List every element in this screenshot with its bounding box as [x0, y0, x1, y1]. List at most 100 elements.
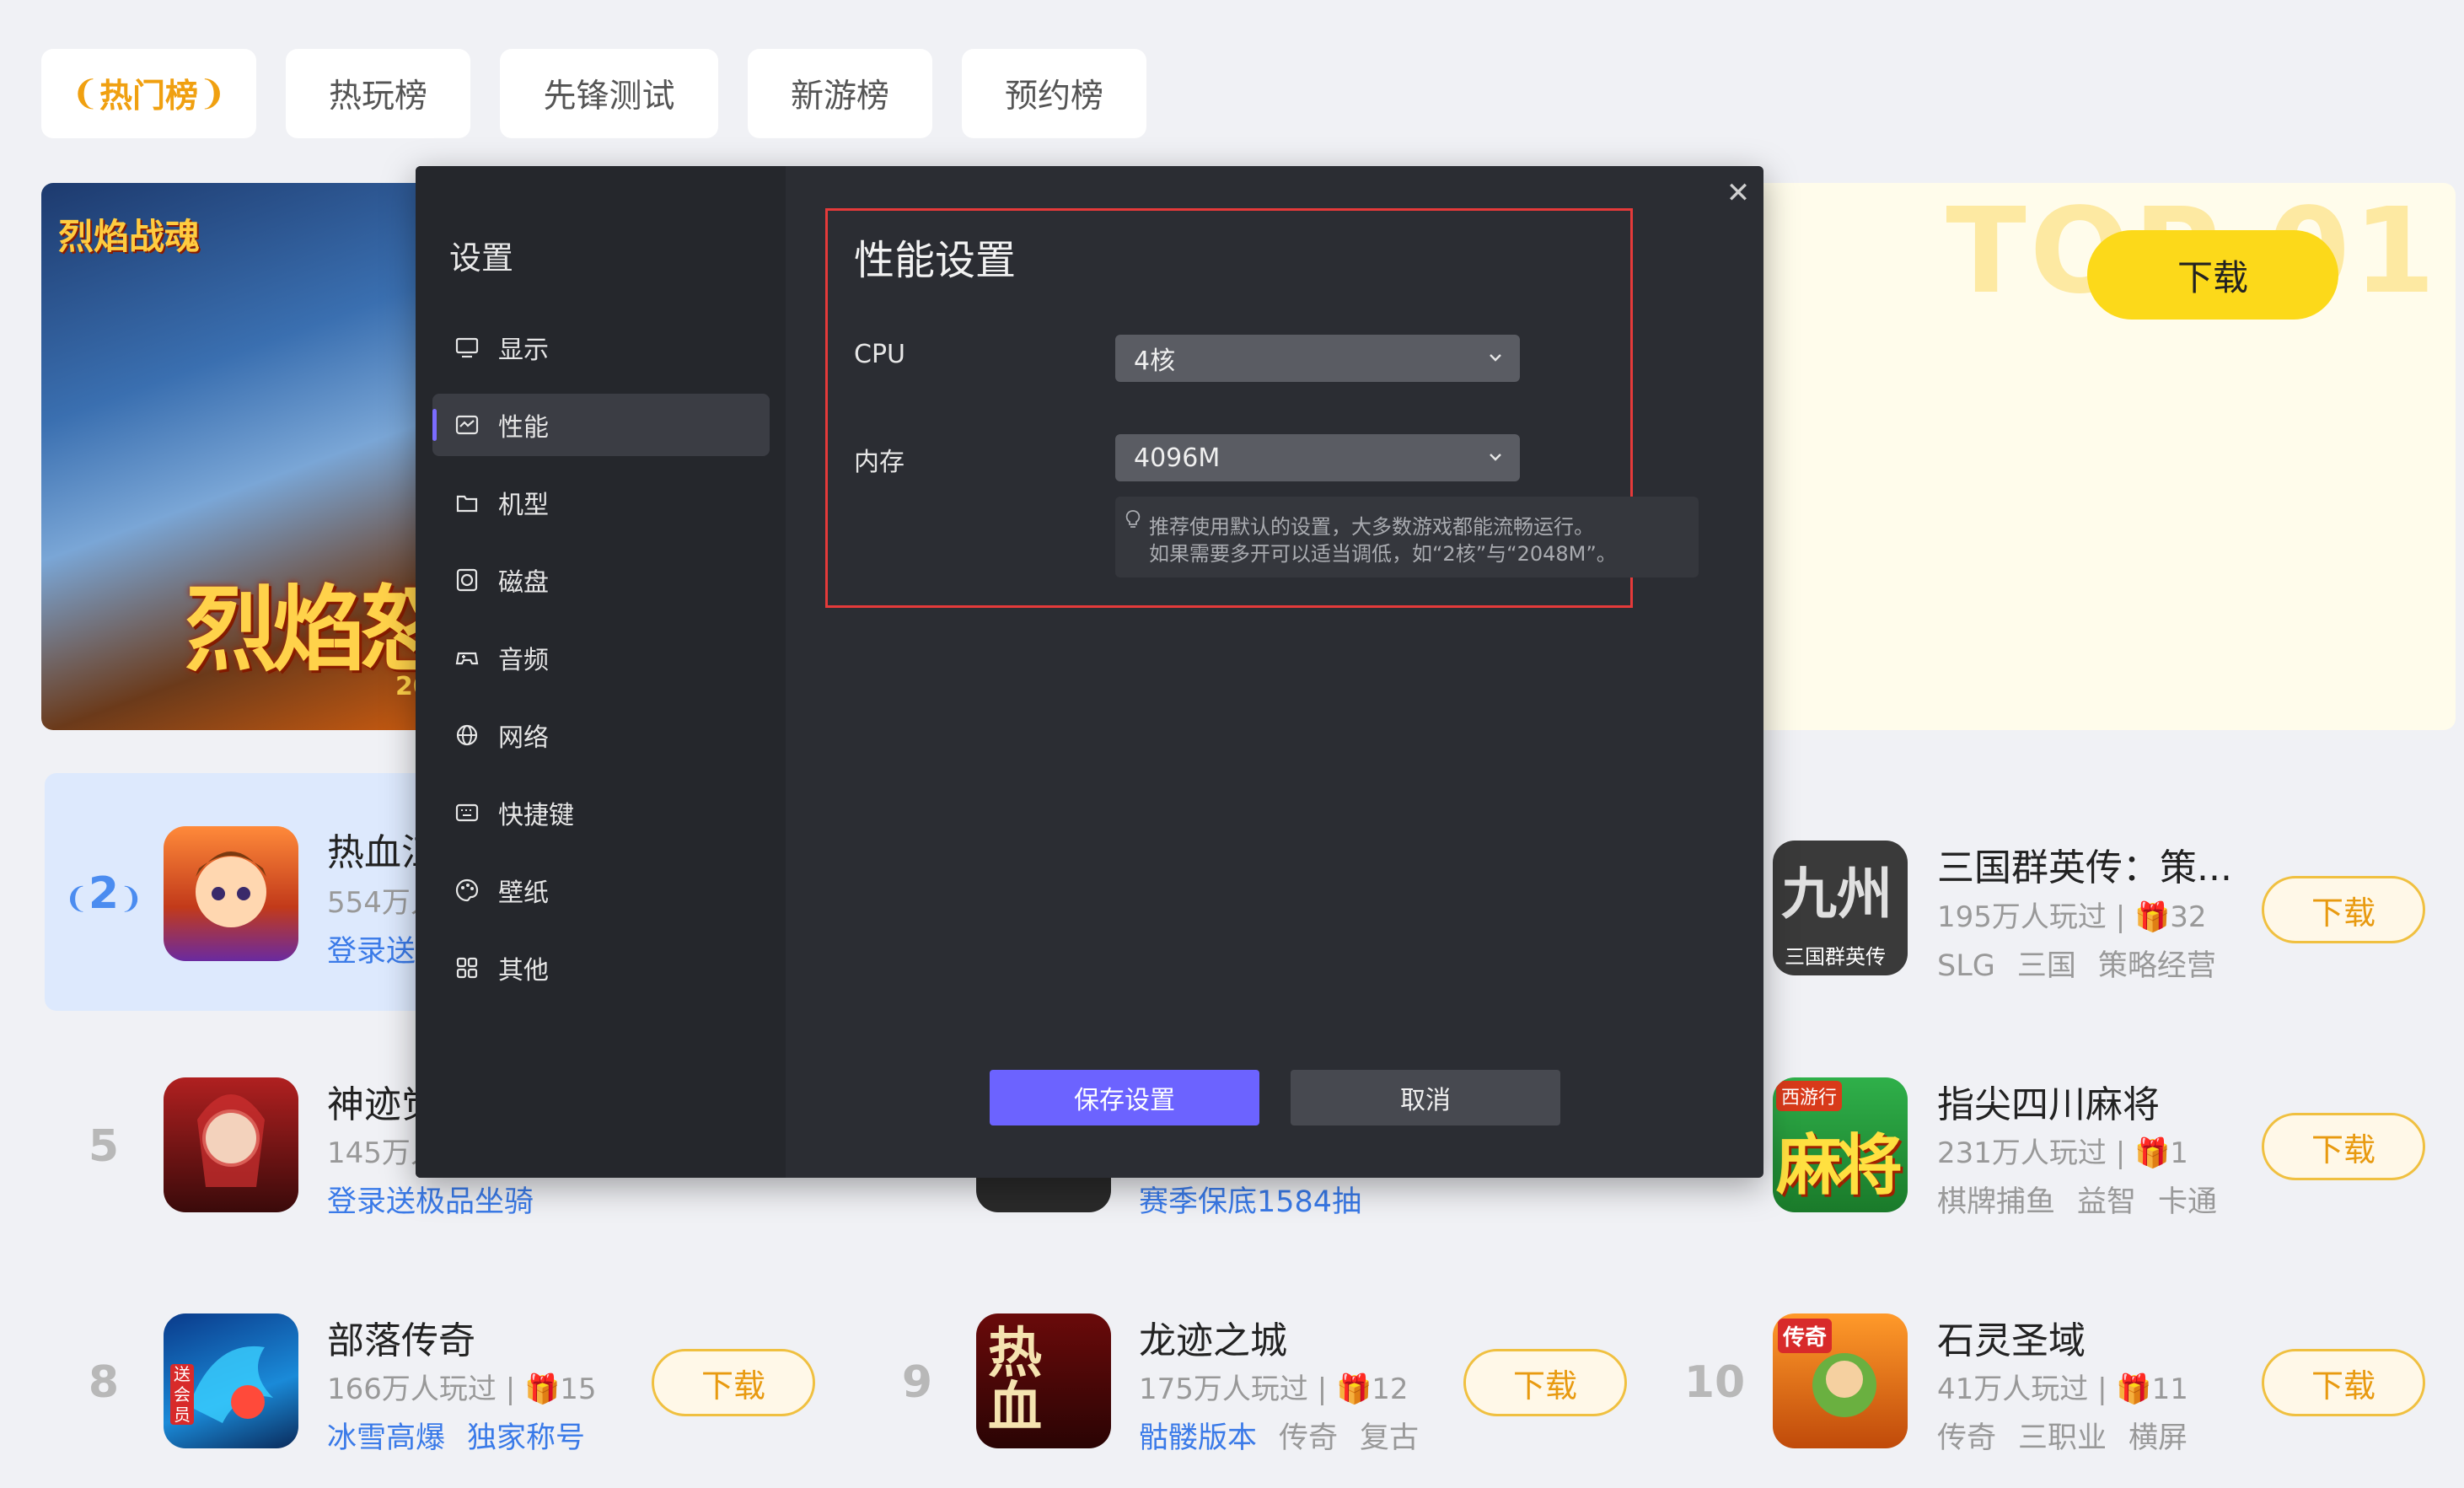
menu-label: 壁纸 — [498, 878, 549, 908]
game-icon[interactable]: 传奇 — [1773, 1313, 1908, 1448]
game-tags: 骷髅版本 传奇 复古 — [1139, 1414, 1441, 1457]
game-tags: 赛季保底1584抽 — [1139, 1178, 1383, 1221]
tag: 登录送极品坐骑 — [327, 1185, 534, 1219]
menu-item-shortcuts[interactable]: 快捷键 — [432, 782, 770, 844]
tag: 独家称号 — [467, 1421, 586, 1455]
game-meta: 175万人玩过 | 🎁12 — [1139, 1373, 1409, 1406]
game-name[interactable]: 三国群英传：策... — [1937, 837, 2232, 891]
game-tags: 棋牌捕鱼 益智 卡通 — [1937, 1178, 2239, 1221]
tab-hot-play[interactable]: 热玩榜 — [286, 49, 470, 138]
icon-subtitle: 三国群英传 — [1785, 945, 1886, 969]
tag: 传奇 — [1937, 1421, 1997, 1455]
menu-item-other[interactable]: 其他 — [432, 937, 770, 999]
menu-item-device[interactable]: 机型 — [432, 471, 770, 534]
game-name[interactable]: 部落传奇 — [327, 1310, 475, 1364]
active-indicator — [432, 409, 437, 441]
monitor-icon — [454, 335, 480, 360]
tag: 益智 — [2077, 1185, 2137, 1219]
banner-download-button[interactable]: 下载 — [2087, 230, 2338, 320]
tag: 三国 — [2016, 949, 2076, 983]
menu-item-performance[interactable]: 性能 — [432, 394, 770, 456]
icon-title: 麻将 — [1776, 1128, 1903, 1204]
game-tags: SLG 三国 策略经营 — [1937, 942, 2238, 985]
icon-badge: 送会员 — [170, 1364, 194, 1425]
menu-label: 音频 — [498, 646, 549, 675]
rank-number: ❨2❩ — [64, 868, 143, 919]
menu-label: 性能 — [498, 413, 549, 443]
tab-label: 热门榜 — [99, 78, 198, 115]
game-meta: 166万人玩过 | 🎁15 — [327, 1373, 597, 1406]
icon-badge: 传奇 — [1778, 1319, 1833, 1353]
laurel-right-icon: ❩ — [198, 74, 227, 113]
download-button[interactable]: 下载 — [2262, 876, 2425, 943]
menu-item-network[interactable]: 网络 — [432, 704, 770, 766]
download-button[interactable]: 下载 — [2262, 1349, 2425, 1416]
close-icon[interactable]: ✕ — [1721, 176, 1755, 210]
icon-title: 九州 — [1781, 861, 1892, 927]
game-icon[interactable]: 送会员 — [164, 1313, 298, 1448]
game-icon[interactable]: 西游行 麻将 — [1773, 1077, 1908, 1212]
laurel-left-icon: ❨ — [71, 74, 99, 113]
menu-label: 机型 — [498, 491, 549, 520]
tag: 骷髅版本 — [1139, 1421, 1258, 1455]
cpu-value: 4核 — [1134, 346, 1176, 376]
download-button[interactable]: 下载 — [652, 1349, 815, 1416]
download-button[interactable]: 下载 — [1463, 1349, 1627, 1416]
download-button[interactable]: 下载 — [2262, 1113, 2425, 1180]
tab-label: 新游榜 — [790, 78, 889, 115]
hint-line-1: 推荐使用默认的设置，大多数游戏都能流畅运行。 — [1149, 515, 1594, 539]
gamepad-icon — [454, 645, 480, 670]
save-button[interactable]: 保存设置 — [990, 1070, 1259, 1125]
tag: 卡通 — [2158, 1185, 2218, 1219]
menu-label: 网络 — [498, 723, 549, 753]
tag: SLG — [1937, 949, 1995, 983]
keyboard-icon — [454, 800, 480, 825]
tab-pioneer-test[interactable]: 先锋测试 — [500, 49, 718, 138]
palette-icon — [454, 878, 480, 903]
chevron-down-icon — [1490, 354, 1501, 362]
game-tags: 冰雪高爆 独家称号 — [327, 1414, 607, 1457]
menu-item-wallpaper[interactable]: 壁纸 — [432, 859, 770, 921]
memory-label: 内存 — [854, 448, 905, 477]
performance-hint: 推荐使用默认的设置，大多数游戏都能流畅运行。 如果需要多开可以适当调低，如“2核… — [1115, 497, 1699, 577]
hint-line-2: 如果需要多开可以适当调低，如“2核”与“2048M”。 — [1149, 542, 1617, 566]
menu-item-disk[interactable]: 磁盘 — [432, 549, 770, 611]
game-icon[interactable] — [164, 826, 298, 961]
cpu-select[interactable]: 4核 — [1115, 335, 1520, 382]
tab-label: 预约榜 — [1004, 78, 1103, 115]
tag: 传奇 — [1279, 1421, 1339, 1455]
banner-game-art: 烈焰战魂 烈焰怒 20 — [41, 183, 453, 730]
section-title: 性能设置 — [854, 237, 1017, 284]
tab-new-games[interactable]: 新游榜 — [748, 49, 932, 138]
performance-icon — [454, 412, 480, 438]
memory-select[interactable]: 4096M — [1115, 434, 1520, 481]
menu-label: 快捷键 — [498, 801, 574, 830]
game-meta: 195万人玩过 | 🎁32 — [1937, 900, 2207, 934]
icon-title: 热血 — [988, 1322, 1042, 1439]
tab-hot-list[interactable]: ❨ 热门榜 ❩ — [41, 49, 256, 138]
game-tags: 传奇 三职业 横屏 — [1937, 1414, 2209, 1457]
menu-label: 显示 — [498, 336, 549, 365]
tag: 登录送 — [327, 935, 416, 969]
cancel-button[interactable]: 取消 — [1291, 1070, 1560, 1125]
game-meta: 231万人玩过 | 🎁1 — [1937, 1136, 2188, 1170]
game-name[interactable]: 指尖四川麻将 — [1937, 1074, 2160, 1128]
banner-art-title: 烈焰怒 — [185, 576, 453, 684]
game-icon[interactable]: 热血 — [976, 1313, 1111, 1448]
tag: 策略经营 — [2097, 949, 2216, 983]
rank-number: 5 — [88, 1121, 120, 1172]
menu-label: 磁盘 — [498, 568, 549, 598]
game-name[interactable]: 石灵圣域 — [1937, 1310, 2086, 1364]
menu-item-audio[interactable]: 音频 — [432, 626, 770, 689]
lightbulb-icon — [1125, 510, 1141, 528]
tab-reservation[interactable]: 预约榜 — [962, 49, 1146, 138]
game-icon[interactable] — [164, 1077, 298, 1212]
menu-label: 其他 — [498, 956, 549, 986]
game-icon[interactable]: 九州 三国群英传 — [1773, 841, 1908, 975]
game-name[interactable]: 龙迹之城 — [1139, 1310, 1287, 1364]
device-icon — [454, 490, 480, 515]
tag: 复古 — [1360, 1421, 1420, 1455]
tag: 横屏 — [2128, 1421, 2188, 1455]
menu-item-display[interactable]: 显示 — [432, 316, 770, 379]
tab-label: 先锋测试 — [543, 78, 675, 115]
